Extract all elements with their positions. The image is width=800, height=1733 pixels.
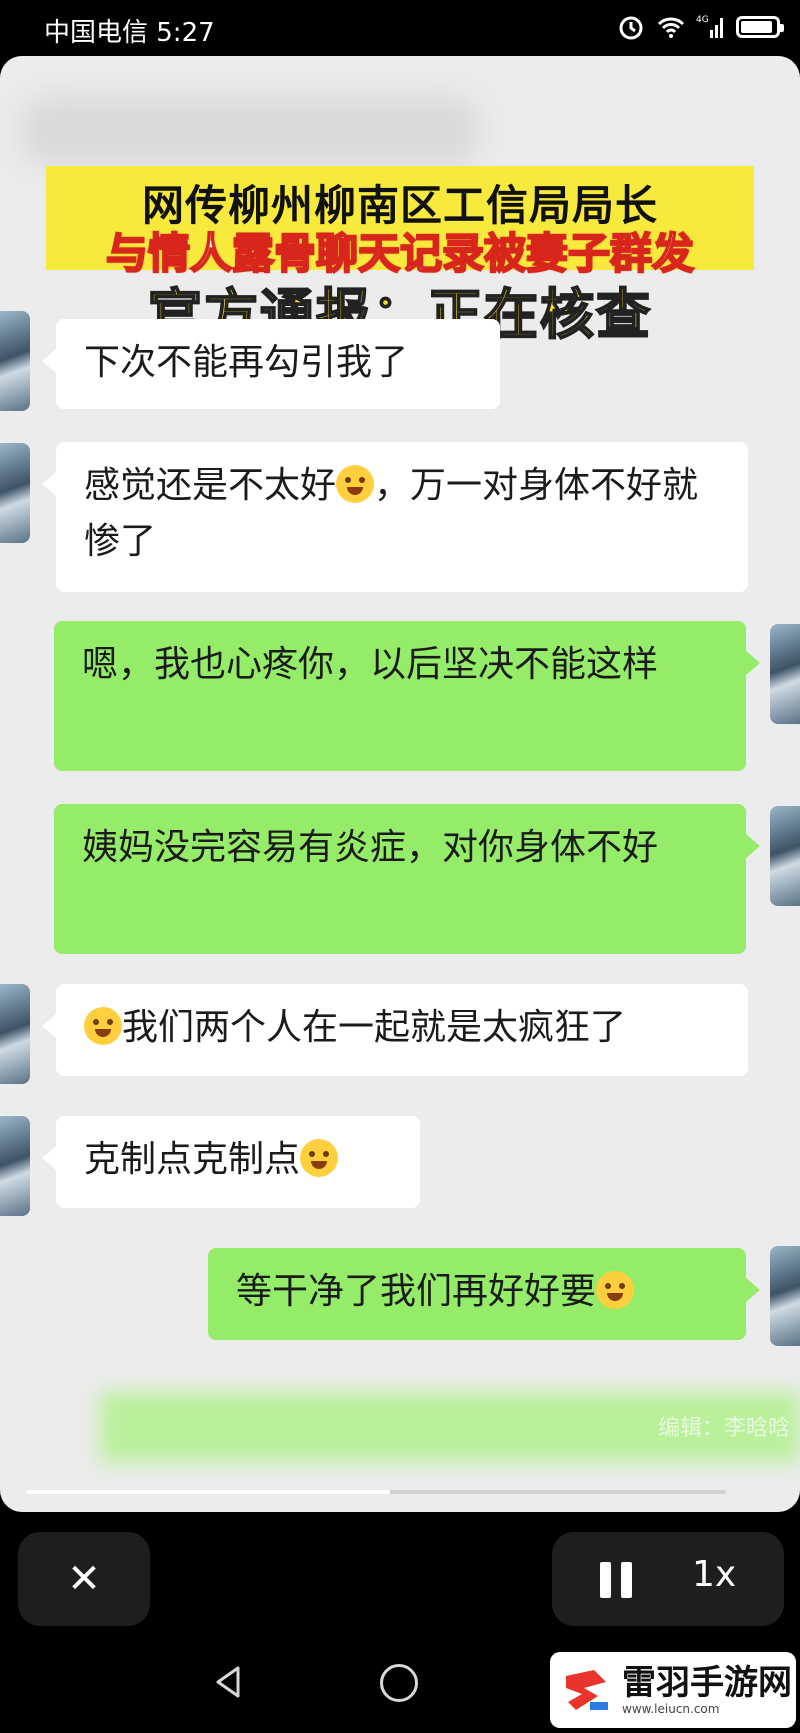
headline-banner: 网传柳州柳南区工信局局长 与情人露骨聊天记录被妻子群发: [46, 166, 754, 279]
message-text: 姨妈没完容易有炎症，对你身体不好: [82, 827, 659, 868]
message-bubble: 下次不能再勾引我了: [42, 319, 500, 409]
watermark-title: 雷羽手游网: [622, 1663, 792, 1703]
avatar: [0, 1116, 30, 1216]
system-nav-bar: 雷羽手游网 www.leiucn.com: [0, 1632, 800, 1733]
battery-icon: [736, 16, 784, 38]
progress-bar[interactable]: [26, 1490, 726, 1494]
message-bubble: 姨妈没完容易有炎症，对你身体不好: [54, 804, 760, 954]
playback-controls: 1x: [552, 1532, 784, 1626]
avatar: [0, 311, 30, 411]
message-bubble: 等干净了我们再好好要: [208, 1248, 760, 1340]
player-controls: ✕ 1x: [0, 1512, 800, 1632]
message-text: 下次不能再勾引我了: [84, 342, 409, 383]
site-watermark: 雷羽手游网 www.leiucn.com: [550, 1652, 796, 1728]
avatar: [770, 806, 800, 906]
pause-icon[interactable]: [598, 1562, 634, 1598]
message-text: 等干净了我们再好好要: [236, 1271, 597, 1312]
svg-text:4G: 4G: [696, 15, 709, 25]
message-bubble: 我们两个人在一起就是太疯狂了: [42, 984, 748, 1076]
watermark-url: www.leiucn.com: [622, 1702, 720, 1716]
sick-emoji: [84, 1007, 122, 1045]
message-bubble: 嗯，我也心疼你，以后坚决不能这样: [54, 621, 760, 771]
avatar: [0, 443, 30, 543]
home-icon[interactable]: [380, 1664, 418, 1702]
laughing-tears-emoji: [336, 465, 375, 503]
wifi-icon: [657, 17, 685, 38]
status-icons: 4G: [616, 12, 784, 42]
progress-fill: [26, 1490, 390, 1494]
close-button[interactable]: ✕: [18, 1532, 150, 1626]
message-bubble: 感觉还是不太好 ，万一对身体不好就惨了: [42, 442, 748, 592]
avatar: [770, 624, 800, 724]
signal-icon: 4G: [696, 15, 723, 38]
carrier-time: 中国电信 5:27: [44, 18, 215, 48]
blurred-header: [20, 96, 480, 166]
alarm-icon: [619, 16, 643, 40]
site-logo-icon: [566, 1670, 608, 1710]
video-player[interactable]: 网传柳州柳南区工信局局长 与情人露骨聊天记录被妻子群发 官方通报：正在核查 下次…: [0, 56, 800, 1512]
message-bubble: 克制点克制点: [42, 1116, 420, 1208]
message-text: 克制点克制点: [84, 1139, 301, 1180]
message-text: 感觉还是不太好: [84, 465, 337, 506]
editor-credit: 编辑：李晗晗: [657, 1416, 790, 1441]
close-icon: ✕: [67, 1556, 101, 1602]
message-text: 我们两个人在一起就是太疯狂了: [122, 1007, 627, 1048]
wink-emoji: [596, 1271, 635, 1309]
dizzy-emoji: [300, 1139, 339, 1177]
avatar: [770, 1246, 800, 1346]
back-icon[interactable]: [210, 1664, 246, 1700]
speed-button[interactable]: 1x: [692, 1554, 736, 1595]
avatar: [0, 984, 30, 1084]
status-bar: 中国电信 5:27 4G: [0, 0, 800, 56]
message-text: 嗯，我也心疼你，以后坚决不能这样: [82, 644, 659, 685]
